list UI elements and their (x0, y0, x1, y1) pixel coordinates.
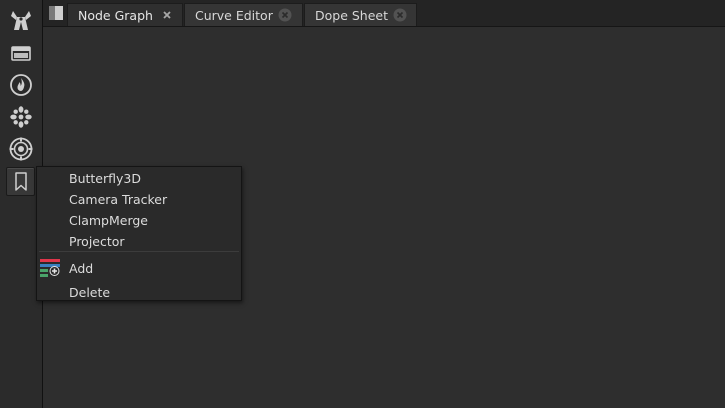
tab-bar: Node Graph Curve Editor Dope Sheet (43, 0, 725, 27)
menu-item-label: Camera Tracker (69, 191, 168, 207)
image-button[interactable] (5, 38, 37, 68)
tab-dope-sheet[interactable]: Dope Sheet (304, 3, 417, 26)
tab-label: Dope Sheet (315, 7, 389, 23)
close-tab-button[interactable] (278, 8, 292, 22)
menu-item-label: Delete (69, 284, 111, 300)
menu-item-label: ClampMerge (69, 212, 148, 228)
menu-item-delete[interactable]: Delete (37, 282, 241, 302)
menu-item-clampmerge[interactable]: ClampMerge (37, 210, 241, 230)
toolbox-icon (11, 11, 31, 30)
menu-item-add[interactable]: Add (37, 258, 241, 278)
menu-item-projector[interactable]: Projector (37, 231, 241, 251)
close-icon (393, 8, 407, 22)
close-tab-button[interactable] (160, 8, 174, 22)
3d-button[interactable] (5, 134, 37, 164)
bookmarks-context-menu: Butterfly3D Camera Tracker ClampMerge Pr… (36, 166, 242, 301)
particles-icon (10, 74, 32, 96)
menu-item-camera-tracker[interactable]: Camera Tracker (37, 189, 241, 209)
3d-target-icon (9, 137, 33, 161)
menu-item-label: Butterfly3D (69, 170, 141, 186)
close-icon (163, 11, 171, 19)
particles-button[interactable] (5, 70, 37, 100)
tab-curve-editor[interactable]: Curve Editor (184, 3, 303, 26)
add-bookmark-icon (39, 258, 63, 281)
image-icon (11, 46, 31, 61)
menu-separator (39, 251, 239, 252)
bookmarks-button[interactable] (6, 167, 35, 196)
close-icon (278, 8, 292, 22)
toolbox-button[interactable] (5, 6, 37, 36)
pane-menu-button[interactable] (47, 4, 65, 22)
flower-button[interactable] (5, 102, 37, 132)
flower-icon (10, 106, 32, 128)
tab-node-graph[interactable]: Node Graph (67, 3, 183, 26)
pane-menu-icon (49, 6, 63, 20)
menu-item-label: Projector (69, 233, 125, 249)
close-tab-button[interactable] (393, 8, 407, 22)
tab-label: Node Graph (78, 7, 153, 23)
menu-item-label: Add (69, 260, 94, 276)
tab-label: Curve Editor (195, 7, 273, 23)
menu-item-butterfly3d[interactable]: Butterfly3D (37, 168, 241, 188)
nuke-window: Node Graph Curve Editor Dope Sheet Butte… (0, 0, 725, 408)
bookmark-icon (14, 171, 27, 191)
